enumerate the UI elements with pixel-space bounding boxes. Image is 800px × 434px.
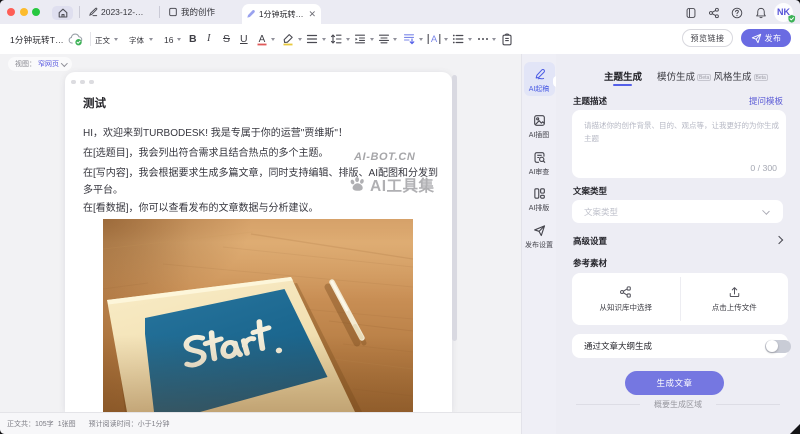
svg-text:A: A — [431, 34, 438, 45]
svg-text:A: A — [259, 34, 266, 45]
